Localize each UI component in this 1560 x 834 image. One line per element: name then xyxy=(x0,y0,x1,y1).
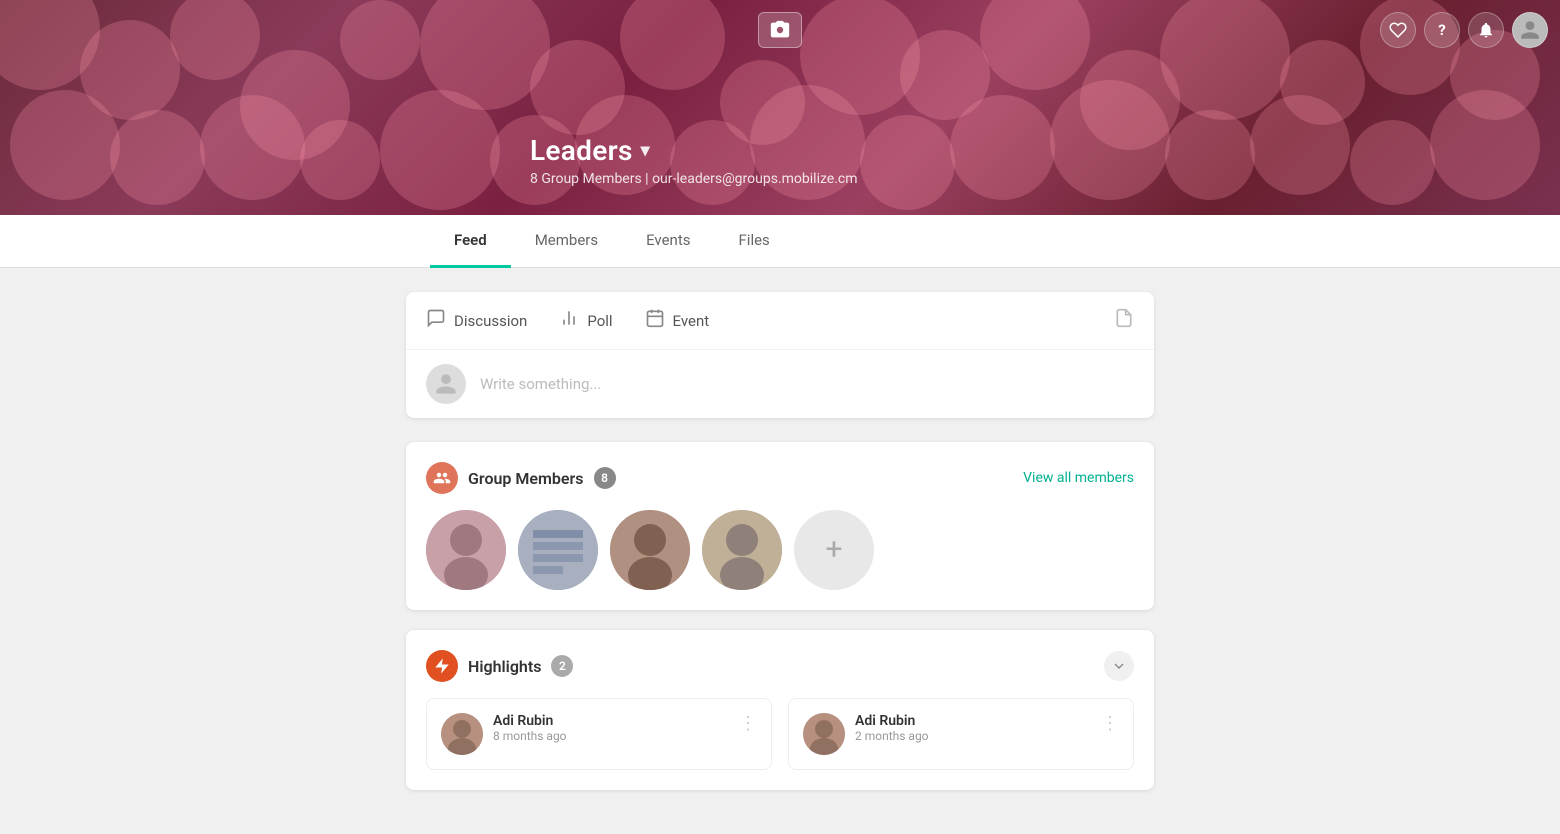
highlights-grid: Adi Rubin 8 months ago ⋮ xyxy=(426,698,1134,770)
discussion-tab[interactable]: Discussion xyxy=(426,308,527,333)
help-button[interactable]: ? xyxy=(1424,12,1460,48)
nav-tabs: Feed Members Events Files xyxy=(0,215,1560,268)
add-member-button[interactable]: + xyxy=(794,510,874,590)
members-avatars-list: + xyxy=(426,510,1134,590)
highlight-menu-1[interactable]: ⋮ xyxy=(739,713,757,734)
question-icon: ? xyxy=(1438,21,1445,39)
group-members-section: Group Members 8 View all members xyxy=(406,442,1154,610)
group-members-title: Group Members 8 xyxy=(426,462,616,494)
bolt-icon xyxy=(433,657,451,675)
highlight-time-2: 2 months ago xyxy=(855,729,1091,743)
group-meta: 8 Group Members | our-leaders@groups.mob… xyxy=(530,171,1030,187)
highlights-header: Highlights 2 xyxy=(426,650,1134,682)
tab-members[interactable]: Members xyxy=(511,215,622,268)
group-name-text: Leaders xyxy=(530,134,633,167)
highlights-count: 2 xyxy=(551,655,573,677)
member-avatar-img-4 xyxy=(702,510,782,590)
highlights-section: Highlights 2 xyxy=(406,630,1154,790)
bell-icon xyxy=(1477,21,1495,39)
highlights-title: Highlights 2 xyxy=(426,650,573,682)
event-icon xyxy=(645,308,665,333)
highlight-user-2: Adi Rubin 2 months ago ⋮ xyxy=(803,713,1119,755)
camera-upload-button[interactable] xyxy=(758,12,802,48)
member-avatar-3[interactable] xyxy=(610,510,690,590)
event-tab[interactable]: Event xyxy=(645,308,710,333)
member-avatar-4[interactable] xyxy=(702,510,782,590)
member-avatar-img-2 xyxy=(518,510,598,590)
highlight-avatar-1[interactable] xyxy=(441,713,483,755)
banner: ? Leaders ▾ 8 Group Members | our-leader… xyxy=(0,0,1560,215)
user-placeholder-icon xyxy=(434,372,458,396)
poll-tab[interactable]: Poll xyxy=(559,308,612,333)
highlight-avatar-2[interactable] xyxy=(803,713,845,755)
main-content: Discussion Poll Event xyxy=(390,268,1170,834)
camera-icon xyxy=(769,19,791,41)
group-members-title-text: Group Members xyxy=(468,469,584,488)
member-avatar-2[interactable] xyxy=(518,510,598,590)
members-section-icon xyxy=(426,462,458,494)
current-user-avatar xyxy=(426,364,466,404)
highlight-avatar-img-1 xyxy=(441,713,483,755)
highlight-info-1: Adi Rubin 8 months ago xyxy=(493,713,729,743)
highlight-name-1: Adi Rubin xyxy=(493,713,729,729)
member-avatar-1[interactable] xyxy=(426,510,506,590)
notifications-button[interactable] xyxy=(1468,12,1504,48)
group-title-area: Leaders ▾ 8 Group Members | our-leaders@… xyxy=(530,134,1030,187)
highlight-info-2: Adi Rubin 2 months ago xyxy=(855,713,1091,743)
tab-feed[interactable]: Feed xyxy=(430,215,511,268)
group-members-header: Group Members 8 View all members xyxy=(426,462,1134,494)
discussion-icon xyxy=(426,308,446,333)
user-avatar-icon xyxy=(1519,19,1541,41)
member-avatar-img-3 xyxy=(610,510,690,590)
file-icon xyxy=(1114,308,1134,328)
user-menu-button[interactable] xyxy=(1512,12,1548,48)
member-avatar-img-1 xyxy=(426,510,506,590)
highlight-user-1: Adi Rubin 8 months ago ⋮ xyxy=(441,713,757,755)
post-composer: Discussion Poll Event xyxy=(406,292,1154,418)
discussion-label: Discussion xyxy=(454,312,527,330)
poll-label: Poll xyxy=(587,312,612,330)
poll-icon xyxy=(559,308,579,333)
highlights-title-text: Highlights xyxy=(468,657,541,676)
event-label: Event xyxy=(673,312,710,330)
highlights-collapse-button[interactable] xyxy=(1104,651,1134,681)
composer-input-area: Write something... xyxy=(406,350,1154,418)
chevron-down-icon xyxy=(1111,658,1127,674)
plus-icon: + xyxy=(825,535,842,565)
highlight-time-1: 8 months ago xyxy=(493,729,729,743)
highlights-section-icon xyxy=(426,650,458,682)
group-name-chevron: ▾ xyxy=(641,140,650,161)
composer-tabs: Discussion Poll Event xyxy=(406,292,1154,350)
highlight-card-1: Adi Rubin 8 months ago ⋮ xyxy=(426,698,772,770)
highlight-name-2: Adi Rubin xyxy=(855,713,1091,729)
composer-placeholder[interactable]: Write something... xyxy=(480,375,601,393)
group-members-count: 8 xyxy=(594,467,616,489)
group-icon xyxy=(433,469,451,487)
file-attach-button[interactable] xyxy=(1114,308,1134,333)
tab-files[interactable]: Files xyxy=(715,215,794,268)
heart-button[interactable] xyxy=(1380,12,1416,48)
tab-events[interactable]: Events xyxy=(622,215,714,268)
top-nav: ? xyxy=(1380,12,1548,48)
view-all-members-link[interactable]: View all members xyxy=(1023,470,1134,486)
highlight-card-2: Adi Rubin 2 months ago ⋮ xyxy=(788,698,1134,770)
highlight-menu-2[interactable]: ⋮ xyxy=(1101,713,1119,734)
heart-icon xyxy=(1389,21,1407,39)
group-name[interactable]: Leaders ▾ xyxy=(530,134,1030,167)
highlight-avatar-img-2 xyxy=(803,713,845,755)
